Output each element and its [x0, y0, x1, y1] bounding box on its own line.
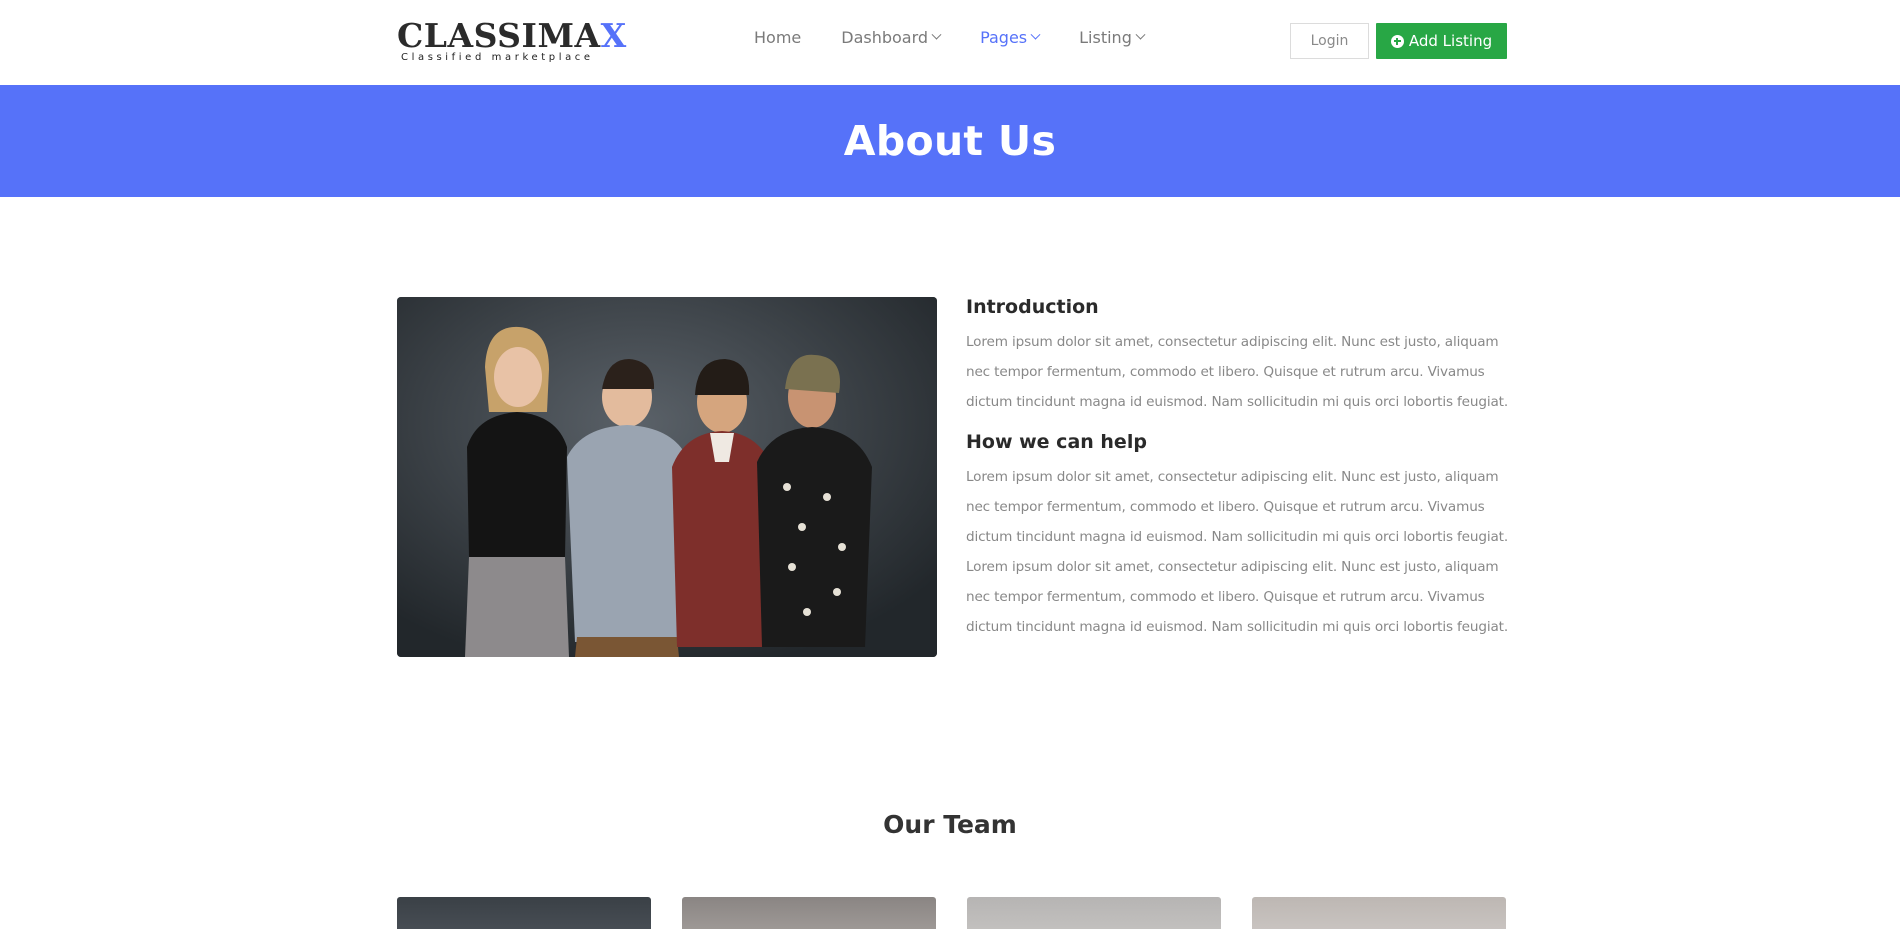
- help-paragraph: Lorem ipsum dolor sit amet, consectetur …: [966, 469, 1508, 635]
- navbar: CLASSIMAX Classified marketplace Home Da…: [0, 0, 1900, 85]
- plus-circle-icon: [1390, 34, 1404, 48]
- team-member-card: [397, 897, 651, 929]
- add-listing-label: Add Listing: [1408, 32, 1493, 50]
- help-heading: How we can help: [966, 431, 1147, 453]
- nav-item-dashboard[interactable]: Dashboard: [841, 28, 942, 47]
- intro-heading: Introduction: [966, 296, 1099, 318]
- team-photo-illustration: [397, 297, 937, 657]
- about-team-photo: [397, 297, 937, 657]
- brand-logo[interactable]: CLASSIMAX Classified marketplace: [397, 18, 626, 63]
- team-section-title: Our Team: [883, 810, 1017, 839]
- nav-item-pages[interactable]: Pages: [980, 28, 1041, 47]
- page-title: About Us: [843, 117, 1057, 165]
- brand-tagline: Classified marketplace: [401, 52, 594, 63]
- team-member-card: [1252, 897, 1506, 929]
- team-member-card: [967, 897, 1221, 929]
- team-member-card: [682, 897, 936, 929]
- chevron-down-icon: [931, 29, 942, 40]
- main-nav: Home Dashboard Pages Listing: [754, 28, 1184, 47]
- add-listing-button[interactable]: Add Listing: [1376, 23, 1507, 59]
- nav-item-label: Home: [754, 28, 802, 47]
- nav-item-listing[interactable]: Listing: [1079, 28, 1146, 47]
- brand-name-accent: X: [600, 16, 627, 55]
- brand-name: CLASSIMAX: [397, 18, 626, 54]
- chevron-down-icon: [1135, 29, 1146, 40]
- brand-name-main: CLASSIMA: [397, 16, 601, 55]
- nav-item-label: Listing: [1079, 28, 1132, 47]
- chevron-down-icon: [1030, 29, 1041, 40]
- page-hero: About Us: [0, 85, 1900, 197]
- nav-item-label: Dashboard: [841, 28, 929, 47]
- intro-paragraph: Lorem ipsum dolor sit amet, consectetur …: [966, 334, 1508, 410]
- nav-item-label: Pages: [980, 28, 1028, 47]
- nav-item-home[interactable]: Home: [754, 28, 801, 47]
- about-content: Introduction Lorem ipsum dolor sit amet,…: [966, 296, 1511, 642]
- login-button[interactable]: Login: [1290, 23, 1369, 59]
